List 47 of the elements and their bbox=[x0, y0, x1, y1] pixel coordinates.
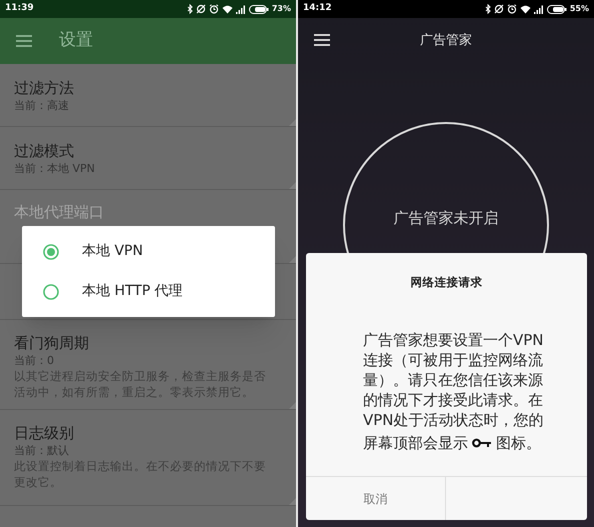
setting-title: 看门狗周期 bbox=[14, 333, 90, 353]
battery-icon bbox=[248, 4, 269, 14]
bluetooth-icon bbox=[186, 4, 193, 14]
status-time: 14:12 bbox=[303, 2, 332, 16]
setting-value: 当前：0 bbox=[14, 353, 55, 368]
setting-title: 过滤方法 bbox=[14, 78, 75, 98]
corner-mark-icon bbox=[289, 119, 296, 126]
radio-button[interactable] bbox=[43, 284, 59, 300]
radio-button[interactable] bbox=[43, 244, 59, 260]
dialog-message: 广告管家想要设置一个VPN连接（可被用于监控网络流量）。请只在您信任该来源的情况下才接受此请求。在VPN处于活动状态时，您的 bbox=[363, 330, 545, 430]
menu-icon bbox=[15, 34, 33, 48]
app-title: 广告管家 bbox=[420, 32, 472, 50]
corner-mark-icon bbox=[289, 256, 296, 263]
status-time: 11:39 bbox=[5, 2, 34, 16]
sync-off-icon bbox=[494, 4, 504, 14]
setting-value: 当前：本地 VPN bbox=[14, 161, 96, 176]
setting-title: 本地代理端口 bbox=[14, 202, 105, 222]
alarm-icon bbox=[506, 4, 517, 14]
dialog-title: 网络连接请求 bbox=[410, 274, 482, 291]
dialog-message: 屏幕顶部会显示 bbox=[363, 433, 468, 454]
corner-mark-icon bbox=[289, 402, 296, 409]
corner-mark-icon bbox=[289, 182, 296, 189]
option-label: 本地 VPN bbox=[82, 242, 143, 261]
signal-icon bbox=[534, 4, 544, 14]
alarm-icon bbox=[208, 4, 219, 14]
bluetooth-icon bbox=[484, 4, 491, 14]
setting-value: 当前：默认 bbox=[14, 443, 70, 458]
battery-percent: 73% bbox=[272, 3, 291, 15]
option-label: 本地 HTTP 代理 bbox=[82, 282, 183, 301]
wifi-icon bbox=[520, 4, 531, 14]
sync-off-icon bbox=[196, 4, 206, 14]
radio-option[interactable]: 本地 HTTP 代理 bbox=[22, 280, 275, 302]
key-icon bbox=[472, 438, 492, 448]
status-text: 广告管家未开启 bbox=[394, 208, 498, 229]
battery-percent: 55% bbox=[570, 3, 589, 15]
corner-mark-icon bbox=[289, 498, 296, 505]
menu-icon bbox=[313, 33, 331, 47]
setting-title: 过滤模式 bbox=[14, 141, 75, 161]
cancel-button[interactable]: 取消 bbox=[306, 477, 446, 520]
setting-title: 日志级别 bbox=[14, 423, 75, 443]
dialog-message: 图标。 bbox=[496, 433, 541, 454]
signal-icon bbox=[236, 4, 246, 14]
app-bar-title: 设置 bbox=[59, 29, 93, 52]
setting-value: 当前：高速 bbox=[14, 98, 70, 113]
radio-option[interactable]: 本地 VPN bbox=[22, 240, 275, 262]
battery-icon bbox=[546, 4, 567, 14]
wifi-icon bbox=[222, 4, 233, 14]
